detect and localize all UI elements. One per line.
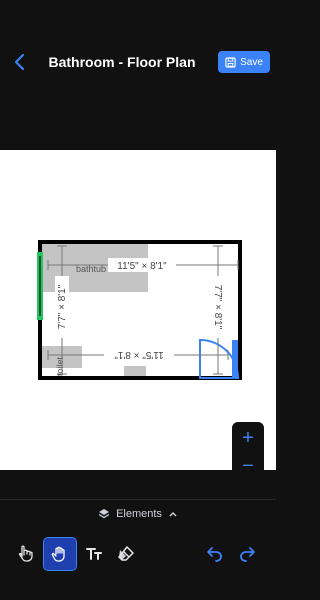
text-tool[interactable] [78, 538, 110, 570]
eraser-icon [118, 546, 134, 561]
floppy-disk-icon [225, 56, 236, 68]
bottom-toolbar: Elements [0, 470, 276, 600]
elements-toggle[interactable]: Elements [0, 506, 276, 522]
sink-fixture[interactable] [124, 366, 146, 376]
toolbar-divider [0, 499, 276, 500]
undo-icon [207, 547, 222, 562]
eraser-tool[interactable] [110, 538, 142, 570]
undo-button[interactable] [198, 538, 230, 570]
toilet-label: toilet [55, 356, 65, 376]
chevron-left-icon [14, 53, 25, 71]
page-title: Bathroom - Floor Plan [48, 54, 196, 70]
elements-label: Elements [116, 508, 162, 520]
save-button-label: Save [240, 56, 263, 68]
back-button[interactable] [10, 52, 30, 72]
hand-tool[interactable] [43, 537, 77, 571]
redo-button[interactable] [232, 538, 264, 570]
redo-icon [240, 547, 255, 562]
layers-icon [98, 509, 110, 519]
text-icon [86, 548, 102, 560]
pointer-tool[interactable] [10, 538, 42, 570]
dimension-bottom: 11'5" × 8'1" [114, 349, 164, 360]
pointer-hand-icon [18, 545, 33, 562]
hand-icon [51, 546, 65, 562]
app-header: Bathroom - Floor Plan Save [0, 0, 276, 150]
dimension-top: 11'5" × 8'1" [117, 261, 167, 272]
zoom-in-button[interactable]: + [232, 424, 264, 452]
chevron-up-icon [169, 512, 177, 517]
dimension-right: 7'7" × 8'1" [212, 285, 223, 330]
save-button[interactable]: Save [218, 51, 270, 73]
dimension-left: 7'7" × 8'1" [57, 284, 68, 329]
